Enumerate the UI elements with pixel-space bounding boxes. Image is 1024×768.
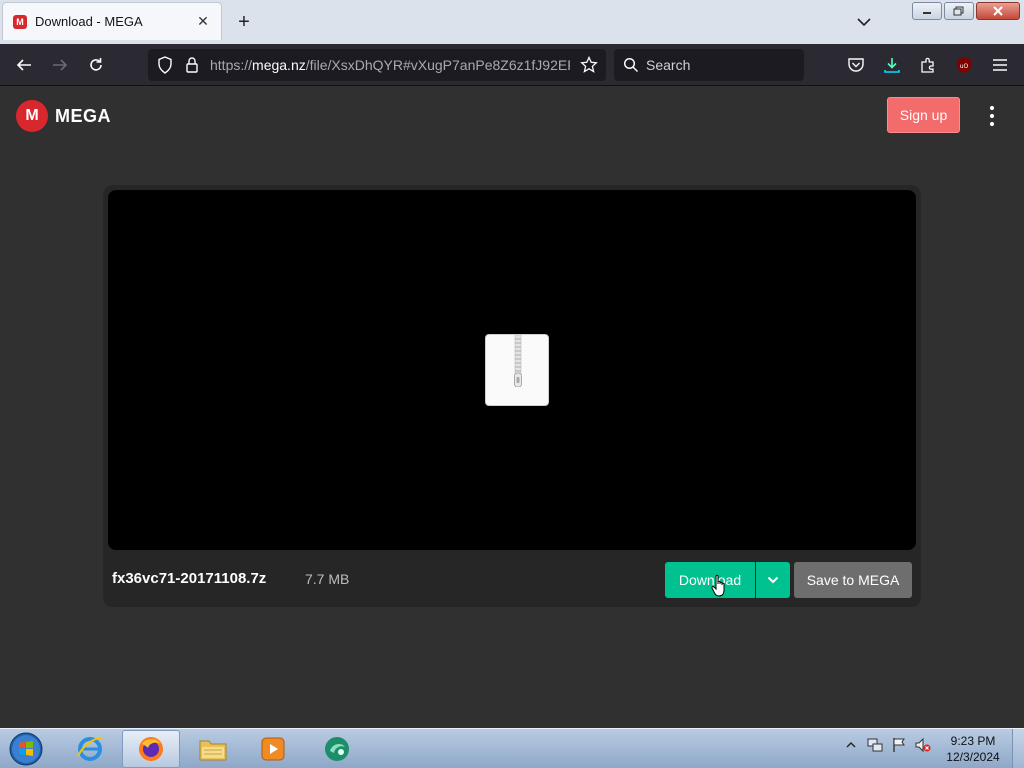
browser-tab-strip: M Download - MEGA ✕ + [0, 0, 1024, 44]
show-hidden-icons-arrow-icon[interactable] [843, 737, 859, 753]
file-explorer-taskbar-icon[interactable] [184, 730, 242, 768]
file-size: 7.7 MB [305, 571, 350, 587]
mega-logo-mark: M [16, 100, 48, 132]
save-to-mega-button[interactable]: Save to MEGA [794, 562, 912, 598]
close-window-button[interactable] [976, 2, 1020, 20]
media-player-taskbar-icon[interactable] [244, 730, 302, 768]
download-options-chevron-icon[interactable] [756, 562, 790, 598]
search-bar[interactable]: Search [614, 49, 804, 81]
restore-button[interactable] [944, 2, 974, 20]
url-text: https://mega.nz/file/XsxDhQYR#vXugP7anPe… [210, 57, 570, 73]
app-taskbar-icon[interactable] [308, 730, 366, 768]
forward-arrow-icon[interactable] [49, 54, 71, 76]
start-orb-button[interactable] [6, 730, 46, 768]
file-viewer-card: fx36vc71-20171108.7z 7.7 MB Download Sav… [103, 185, 921, 607]
mega-page: M MEGA Sign up fx36vc71-20171108.7z 7.7 … [0, 86, 1024, 728]
menu-hamburger-icon[interactable] [989, 54, 1011, 76]
window-controls [912, 2, 1020, 20]
browser-nav-bar: https://mega.nz/file/XsxDhQYR#vXugP7anPe… [0, 44, 1024, 86]
svg-text:uO: uO [960, 63, 969, 70]
minimize-button[interactable] [912, 2, 942, 20]
back-arrow-icon[interactable] [13, 54, 35, 76]
lock-icon[interactable] [181, 54, 203, 76]
taskbar-clock[interactable]: 9:23 PM 12/3/2024 [940, 733, 1006, 765]
tab-title: Download - MEGA [35, 14, 143, 29]
clock-date: 12/3/2024 [946, 750, 1000, 764]
firefox-taskbar-icon[interactable] [122, 730, 180, 768]
reload-icon[interactable] [85, 54, 107, 76]
new-tab-button[interactable]: + [232, 10, 256, 34]
browser-tab[interactable]: M Download - MEGA ✕ [2, 2, 222, 40]
network-icon[interactable] [867, 737, 883, 753]
tab-close-icon[interactable]: ✕ [195, 13, 211, 30]
volume-muted-icon[interactable] [915, 737, 931, 753]
show-desktop-button[interactable] [1012, 729, 1024, 768]
tab-list-chevron-icon[interactable] [854, 12, 874, 32]
search-icon [620, 54, 642, 76]
mega-favicon-icon: M [13, 14, 27, 29]
bookmark-star-icon[interactable] [578, 54, 600, 76]
action-center-flag-icon[interactable] [891, 737, 907, 753]
zip-archive-icon [485, 334, 549, 406]
mega-logo-text: MEGA [55, 105, 111, 126]
internet-explorer-taskbar-icon[interactable] [61, 730, 119, 768]
file-preview-area [108, 190, 916, 550]
mega-logo[interactable]: M MEGA [16, 100, 111, 132]
windows-taskbar: 9:23 PM 12/3/2024 [0, 728, 1024, 768]
pocket-icon[interactable] [845, 54, 867, 76]
ublock-origin-icon[interactable]: uO [953, 54, 975, 76]
file-name: fx36vc71-20171108.7z [112, 570, 267, 587]
url-bar[interactable]: https://mega.nz/file/XsxDhQYR#vXugP7anPe… [148, 49, 606, 81]
hand-cursor-icon [711, 574, 725, 597]
system-tray [843, 737, 931, 753]
sign-up-button[interactable]: Sign up [887, 97, 960, 133]
extensions-puzzle-icon[interactable] [917, 54, 939, 76]
downloads-icon[interactable] [881, 54, 903, 76]
clock-time: 9:23 PM [950, 734, 996, 748]
file-info-row: fx36vc71-20171108.7z 7.7 MB Download Sav… [103, 550, 921, 607]
download-button[interactable]: Download [665, 562, 755, 598]
search-placeholder: Search [646, 57, 691, 73]
more-options-kebab-icon[interactable] [984, 106, 1000, 126]
tracking-shield-icon[interactable] [154, 54, 176, 76]
